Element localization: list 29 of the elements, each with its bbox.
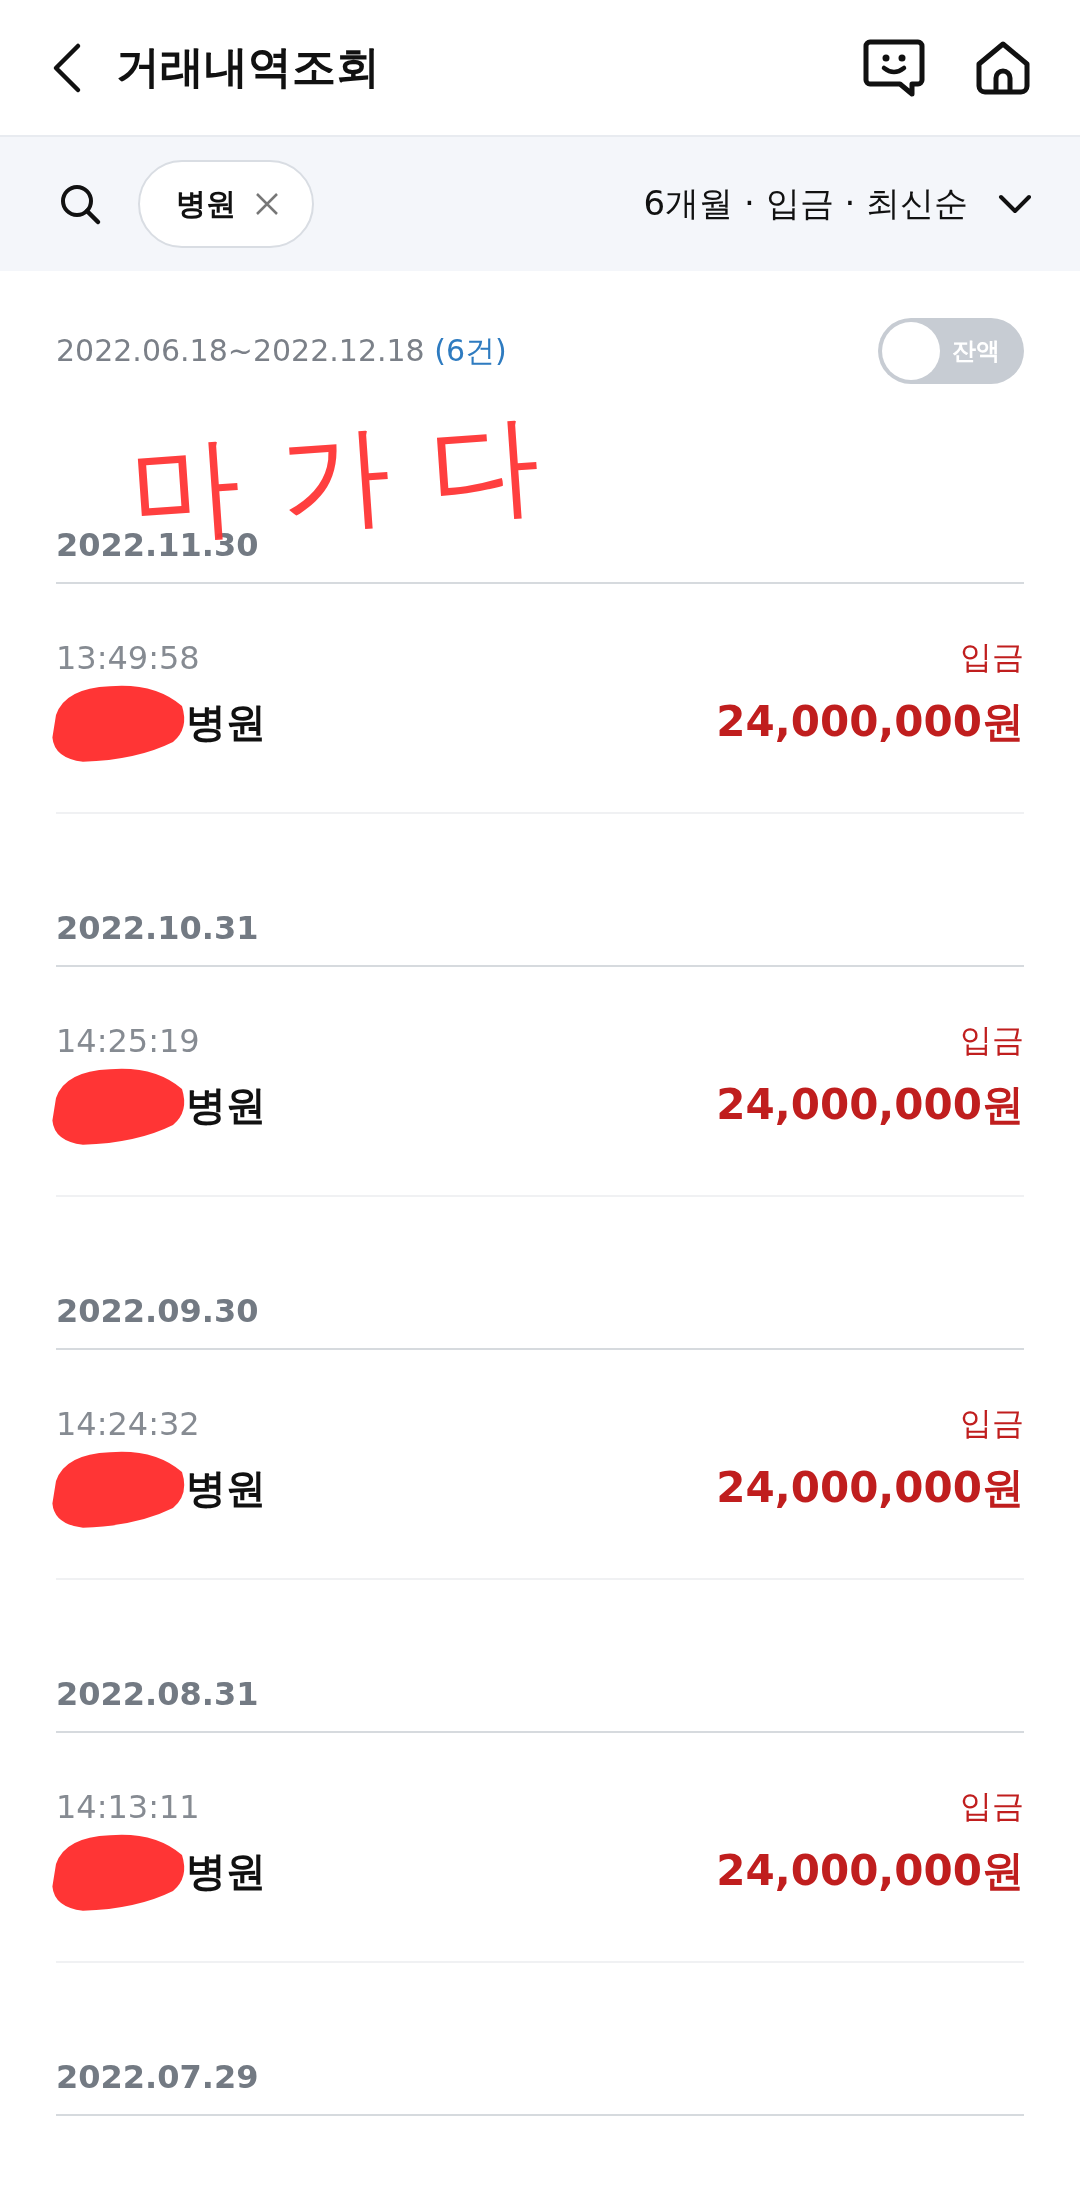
date-heading: 2022.09.30 (56, 1292, 260, 1332)
transaction-time: 13:49:58 (56, 639, 200, 677)
transaction-name: 병원 (186, 1464, 266, 1511)
close-icon[interactable] (254, 191, 280, 217)
transaction-amount: 24,000,000원 (716, 1462, 1024, 1514)
caret-icon (998, 193, 1032, 215)
transaction-time: 14:25:19 (56, 1022, 200, 1060)
transaction-amount: 24,000,000원 (716, 1079, 1024, 1131)
page-title: 거래내역조회 (116, 40, 380, 94)
chatbot-icon[interactable] (862, 37, 926, 98)
transaction-type: 입금 (960, 1403, 1024, 1444)
transaction-amount: 24,000,000원 (716, 696, 1024, 748)
transaction-type: 입금 (960, 1020, 1024, 1061)
date-heading: 2022.07.29 (56, 2058, 260, 2098)
date-range: 2022.06.18~2022.12.18 (6건) (56, 331, 507, 370)
filter-dropdown[interactable]: 6개월 · 입금 · 최신순 (643, 181, 1032, 227)
transaction-type: 입금 (960, 637, 1024, 678)
transaction-name: 병원 (186, 698, 266, 745)
transaction-name: 병원 (186, 1847, 266, 1894)
transaction-time: 14:24:32 (56, 1405, 200, 1443)
filter-chip[interactable]: 병원 (138, 160, 314, 248)
home-icon[interactable] (974, 39, 1032, 96)
date-heading: 2022.08.31 (56, 1675, 260, 1715)
transaction-type: 입금 (960, 1786, 1024, 1827)
date-heading: 2022.10.31 (56, 909, 260, 949)
transaction-amount: 24,000,000원 (716, 1845, 1024, 1897)
transaction-name: 병원 (186, 1081, 266, 1128)
transaction-time: 14:13:11 (56, 1788, 200, 1826)
search-icon[interactable] (58, 182, 102, 226)
